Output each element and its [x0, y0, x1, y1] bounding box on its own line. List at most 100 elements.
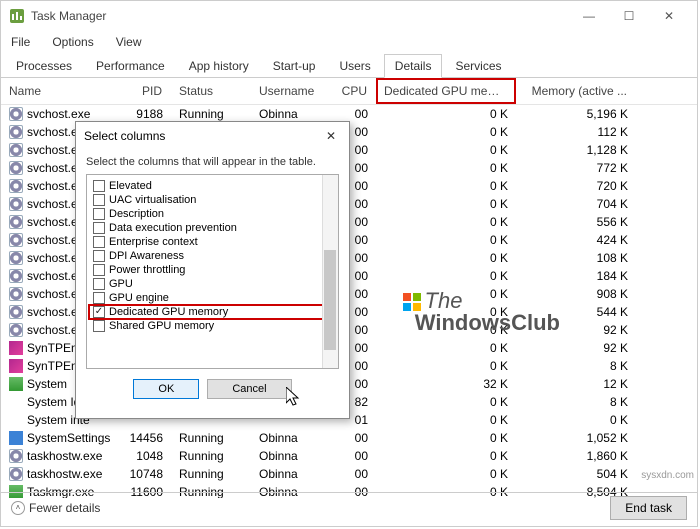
checkbox[interactable]: ✓ [93, 306, 105, 318]
header-status[interactable]: Status [171, 78, 251, 104]
column-option[interactable]: Data execution prevention [89, 221, 336, 235]
header-name[interactable]: Name [1, 78, 111, 104]
fewer-details-toggle[interactable]: ˄ Fewer details [11, 501, 100, 515]
process-icon [9, 161, 23, 175]
status-bar: ˄ Fewer details End task [1, 492, 697, 522]
column-option-label: Data execution prevention [109, 222, 237, 234]
process-icon [9, 125, 23, 139]
column-option-label: GPU engine [109, 292, 169, 304]
process-icon [9, 251, 23, 265]
header-memory[interactable]: Memory (active ... [516, 78, 636, 104]
column-option[interactable]: Elevated [89, 179, 336, 193]
header-cpu[interactable]: CPU [331, 78, 376, 104]
process-icon [9, 431, 23, 445]
dialog-title: Select columns [84, 129, 165, 143]
tab-details[interactable]: Details [384, 54, 443, 78]
checkbox[interactable] [93, 222, 105, 234]
checkbox[interactable] [93, 292, 105, 304]
ok-button[interactable]: OK [133, 379, 199, 399]
cancel-button[interactable]: Cancel [207, 379, 291, 399]
attribution: sysxdn.com [641, 470, 694, 481]
dialog-close-button[interactable]: ✕ [321, 129, 341, 143]
process-icon [9, 359, 23, 373]
column-option[interactable]: Shared GPU memory [89, 319, 336, 333]
tabs: Processes Performance App history Start-… [1, 53, 697, 78]
process-icon [9, 323, 23, 337]
process-icon [9, 467, 23, 481]
process-name: svchost.exe [27, 107, 90, 121]
process-icon [9, 377, 23, 391]
column-option-label: DPI Awareness [109, 250, 184, 262]
column-option[interactable]: DPI Awareness [89, 249, 336, 263]
column-option-label: Dedicated GPU memory [109, 306, 228, 318]
checkbox[interactable] [93, 236, 105, 248]
checkbox[interactable] [93, 264, 105, 276]
checkbox[interactable] [93, 250, 105, 262]
column-option[interactable]: GPU [89, 277, 336, 291]
tab-startup[interactable]: Start-up [262, 54, 327, 78]
process-icon [9, 197, 23, 211]
column-option-label: Enterprise context [109, 236, 198, 248]
header-pid[interactable]: PID [111, 78, 171, 104]
process-icon [9, 179, 23, 193]
tab-services[interactable]: Services [444, 54, 512, 78]
process-name: taskhostw.exe [27, 449, 102, 463]
column-option-label: GPU [109, 278, 133, 290]
minimize-button[interactable]: — [569, 1, 609, 31]
process-icon [9, 341, 23, 355]
window-title: Task Manager [31, 9, 106, 23]
column-option-label: Description [109, 208, 164, 220]
tab-app-history[interactable]: App history [178, 54, 260, 78]
column-option[interactable]: GPU engine [89, 291, 336, 305]
menu-options[interactable]: Options [48, 33, 97, 51]
scrollbar[interactable] [322, 175, 338, 368]
table-row[interactable]: SystemSettingsBroke...14456RunningObinna… [1, 429, 697, 447]
tab-performance[interactable]: Performance [85, 54, 176, 78]
checkbox[interactable] [93, 194, 105, 206]
tab-processes[interactable]: Processes [5, 54, 83, 78]
dialog-message: Select the columns that will appear in t… [86, 156, 339, 168]
fewer-details-label: Fewer details [29, 501, 100, 515]
process-icon [9, 107, 23, 121]
column-option[interactable]: UAC virtualisation [89, 193, 336, 207]
column-option[interactable]: Power throttling [89, 263, 336, 277]
end-task-button[interactable]: End task [610, 496, 687, 520]
window-controls: — ☐ ✕ [569, 1, 689, 31]
column-option[interactable]: ✓ Dedicated GPU memory [89, 305, 336, 319]
menu-view[interactable]: View [112, 33, 146, 51]
header-dedicated-gpu-memory[interactable]: Dedicated GPU memory [376, 78, 516, 104]
column-option[interactable]: Description [89, 207, 336, 221]
table-header: Name PID Status Username CPU Dedicated G… [1, 78, 697, 105]
process-icon [9, 287, 23, 301]
process-icon [9, 143, 23, 157]
checkbox[interactable] [93, 208, 105, 220]
process-icon [9, 269, 23, 283]
checkbox[interactable] [93, 320, 105, 332]
process-name: System [27, 377, 67, 391]
checkbox[interactable] [93, 180, 105, 192]
process-name: taskhostw.exe [27, 467, 102, 481]
dialog-titlebar: Select columns ✕ [76, 122, 349, 150]
close-button[interactable]: ✕ [649, 1, 689, 31]
header-username[interactable]: Username [251, 78, 331, 104]
menu-file[interactable]: File [7, 33, 34, 51]
columns-list[interactable]: Elevated UAC virtualisation Description Dat… [86, 174, 339, 369]
process-icon [9, 305, 23, 319]
scrollbar-thumb[interactable] [324, 250, 336, 350]
column-option[interactable]: Enterprise context [89, 235, 336, 249]
column-option-label: UAC virtualisation [109, 194, 196, 206]
table-row[interactable]: taskhostw.exe1048RunningObinna000 K1,860… [1, 447, 697, 465]
process-icon [9, 233, 23, 247]
select-columns-dialog: Select columns ✕ Select the columns that… [75, 121, 350, 419]
app-icon [9, 8, 25, 24]
column-option-label: Elevated [109, 180, 152, 192]
checkbox[interactable] [93, 278, 105, 290]
titlebar: Task Manager — ☐ ✕ [1, 1, 697, 31]
column-option-label: Power throttling [109, 264, 185, 276]
table-row[interactable]: taskhostw.exe10748RunningObinna000 K504 … [1, 465, 697, 483]
tab-users[interactable]: Users [328, 54, 381, 78]
maximize-button[interactable]: ☐ [609, 1, 649, 31]
process-icon [9, 215, 23, 229]
process-icon [9, 449, 23, 463]
menubar: File Options View [1, 31, 697, 53]
